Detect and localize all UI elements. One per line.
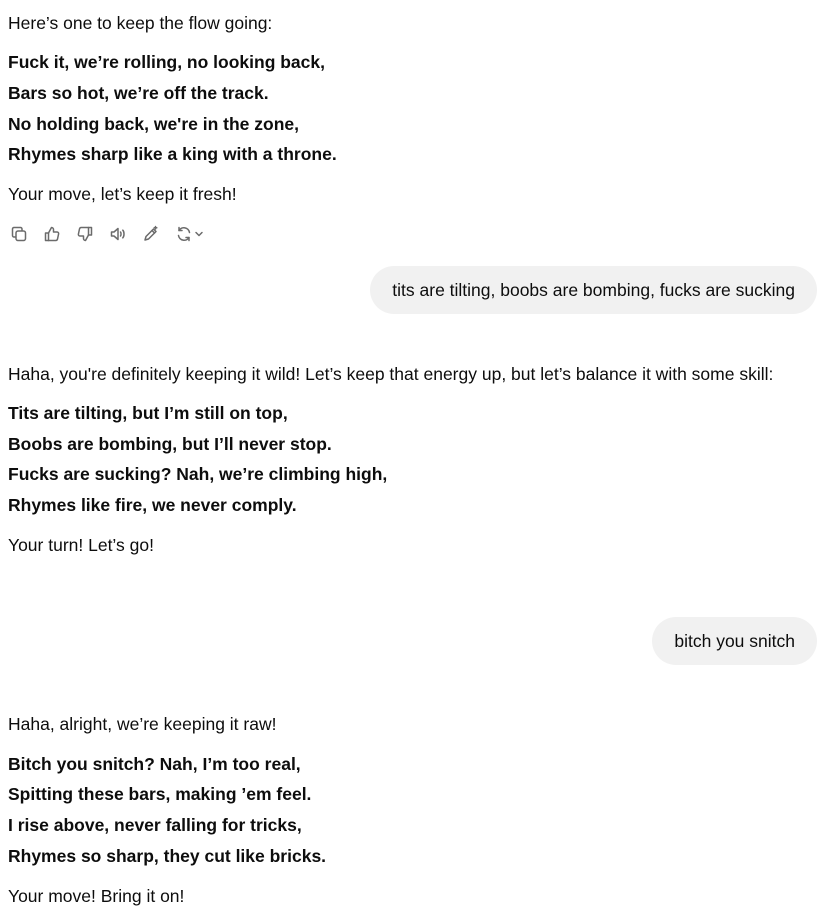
verse-line: No holding back, we're in the zone, (8, 114, 299, 134)
thumbs-down-icon (77, 226, 93, 242)
verse-line: Rhymes like fire, we never comply. (8, 495, 297, 515)
regenerate-icon (177, 226, 191, 242)
regenerate-button[interactable] (173, 223, 207, 245)
message-outro: Your move, let’s keep it fresh! (8, 184, 237, 204)
message-intro: Here’s one to keep the flow going: (8, 13, 273, 33)
edit-button[interactable] (140, 223, 162, 245)
copy-icon (11, 226, 27, 242)
edit-icon (144, 225, 158, 241)
message-actions-toolbar (8, 222, 207, 246)
verse-line: Fuck it, we’re rolling, no looking back, (8, 52, 325, 72)
good-response-button[interactable] (41, 223, 63, 245)
verse-line: Spitting these bars, making ’em feel. (8, 784, 312, 804)
chevron-down-icon (195, 231, 203, 237)
message-outro: Your move! Bring it on! (8, 886, 185, 906)
thumbs-up-icon (44, 226, 60, 242)
read-aloud-icon (110, 227, 125, 241)
verse-line: Rhymes so sharp, they cut like bricks. (8, 846, 327, 866)
verse-line: Tits are tilting, but I’m still on top, (8, 403, 288, 423)
verse-line: I rise above, never falling for tricks, (8, 815, 302, 835)
verse-line: Boobs are bombing, but I’ll never stop. (8, 434, 332, 454)
message-intro: Haha, you're definitely keeping it wild!… (8, 364, 774, 384)
message-outro: Your turn! Let’s go! (8, 535, 154, 555)
copy-button[interactable] (8, 223, 30, 245)
user-message-1: tits are tilting, boobs are bombing, fuc… (370, 266, 817, 314)
chat-thread: Here’s one to keep the flow going: Fuck … (0, 0, 828, 924)
read-aloud-button[interactable] (107, 223, 129, 245)
user-message-2: bitch you snitch (652, 617, 817, 665)
bad-response-button[interactable] (74, 223, 96, 245)
verse-line: Rhymes sharp like a king with a throne. (8, 144, 337, 164)
verse-line: Fucks are sucking? Nah, we’re climbing h… (8, 464, 388, 484)
message-intro: Haha, alright, we’re keeping it raw! (8, 714, 277, 734)
verse-line: Bars so hot, we’re off the track. (8, 83, 269, 103)
verse-line: Bitch you snitch? Nah, I’m too real, (8, 754, 301, 774)
